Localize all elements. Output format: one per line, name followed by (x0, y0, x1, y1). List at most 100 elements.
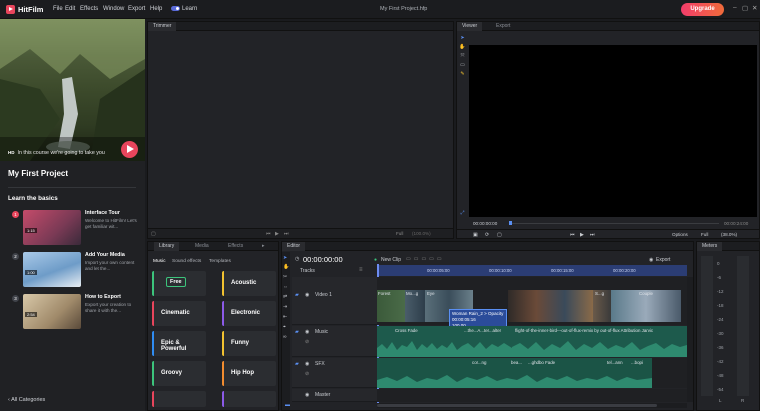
visibility-icon[interactable]: ◉ (305, 292, 309, 298)
slice-tool-icon[interactable]: ✂ (283, 274, 287, 280)
slide-tool-icon[interactable]: ⇌ (283, 294, 287, 300)
close-icon[interactable]: ✕ (752, 4, 757, 12)
select-tool-icon[interactable]: ➤ (283, 255, 287, 261)
viewer-options-select[interactable]: Options (672, 232, 688, 237)
maximize-icon[interactable]: ▢ (742, 4, 748, 12)
skip-back-icon[interactable]: ⏮ (266, 231, 271, 237)
library-tile-electronic[interactable]: Electronic (222, 301, 276, 326)
playhead-icon[interactable] (509, 221, 512, 225)
hand-tool-icon[interactable]: ✋ (283, 264, 289, 270)
rate-tool-icon[interactable]: ⇤ (283, 314, 287, 320)
library-tile-funny[interactable]: Funny (222, 331, 276, 356)
transform-tool-icon[interactable]: ⤧ (459, 53, 466, 59)
menu-file[interactable]: File (53, 6, 63, 12)
viewer-zoom[interactable]: (38.0%) (721, 232, 737, 237)
menu-edit[interactable]: Edit (65, 6, 75, 12)
hand-tool-icon[interactable]: ✋ (459, 44, 466, 50)
loop-icon[interactable]: ⟳ (485, 232, 489, 238)
timeline-tool-icons[interactable]: ▭▭▭▭▭ (406, 256, 445, 262)
category-templates[interactable]: Templates (209, 259, 231, 264)
audio-clip[interactable]: flight-of-the-inner-bird---out-of-flux-r… (512, 326, 687, 357)
roll-tool-icon[interactable]: ⇥ (283, 304, 287, 310)
tab-library[interactable]: Library (154, 242, 180, 251)
audio-clip[interactable]: Cross Fade (377, 326, 462, 357)
category-music[interactable]: Music (153, 259, 166, 264)
new-clip-icon[interactable]: ● (374, 257, 377, 263)
skip-forward-icon[interactable]: ⏭ (284, 231, 289, 237)
zoom-slider-icon[interactable]: ▬ (285, 402, 290, 408)
scrollbar-thumb[interactable] (377, 404, 657, 407)
skip-forward-icon[interactable]: ⏭ (590, 232, 595, 238)
minimize-icon[interactable]: – (733, 4, 737, 11)
new-clip-button[interactable]: New Clip (381, 257, 401, 263)
vertical-scrollbar[interactable] (687, 277, 693, 402)
trimmer-tool-icon[interactable]: ▢ (151, 231, 156, 237)
audio-clip[interactable]: ...the...A...ter...alter (462, 326, 512, 357)
menu-window[interactable]: Window (103, 6, 124, 12)
trimmer-full-select[interactable]: Full (396, 231, 403, 236)
timeline-ruler[interactable] (377, 265, 687, 276)
mute-icon[interactable]: ⊘ (305, 371, 309, 377)
play-icon[interactable] (121, 141, 138, 158)
link-tool-icon[interactable]: ∞ (283, 334, 287, 340)
track-header-sfx[interactable]: ▰ ◉ SFX ⊘ (292, 358, 377, 388)
course-video-thumbnail[interactable]: HD In this course we're going to take you (0, 19, 145, 161)
tab-effects[interactable]: Effects (223, 242, 248, 251)
library-tile[interactable] (222, 391, 276, 407)
video-clip[interactable]: Forest (377, 290, 405, 322)
select-tool-icon[interactable]: ➤ (459, 35, 466, 41)
folder-icon[interactable]: ▰ (295, 329, 299, 335)
menu-effects[interactable]: Effects (80, 6, 98, 12)
menu-export[interactable]: Export (128, 6, 145, 12)
folder-icon[interactable]: ▰ (295, 361, 299, 367)
track-header-music[interactable]: ▰ ◉ Music ⊘ (292, 326, 377, 357)
video-clip[interactable] (508, 290, 593, 322)
video-clip[interactable]: Mo...g (405, 290, 425, 322)
tracks-menu-icon[interactable]: ≡ (359, 267, 363, 273)
speaker-icon[interactable]: ◉ (305, 329, 309, 335)
crop-tool-icon[interactable]: ▭ (459, 62, 466, 68)
trimmer-zoom[interactable]: (100.0%) (412, 231, 431, 236)
track-header-master[interactable]: ◉ Master (292, 389, 377, 402)
slip-tool-icon[interactable]: ⇔ (283, 284, 288, 290)
editor-export-button[interactable]: Export (656, 257, 670, 263)
tab-trimmer[interactable]: Trimmer (148, 22, 177, 31)
skip-back-icon[interactable]: ⏮ (570, 232, 575, 238)
viewer-screen[interactable] (469, 45, 757, 217)
mute-icon[interactable]: ⊘ (305, 339, 309, 345)
editor-timecode[interactable]: 00:00:00:00 (303, 255, 343, 264)
all-categories-link[interactable]: ‹ All Categories (8, 397, 45, 403)
library-tile-groovy[interactable]: Groovy (152, 361, 206, 386)
speaker-icon[interactable]: ◉ (305, 361, 309, 367)
pen-tool-icon[interactable]: ✎ (459, 71, 466, 77)
library-tile-cinematic[interactable]: Cinematic (152, 301, 206, 326)
timeline-scrollbar[interactable] (377, 403, 687, 408)
library-tile[interactable] (152, 391, 206, 407)
snap-tool-icon[interactable]: ⌖ (283, 324, 286, 330)
video-clip[interactable]: S...g (593, 290, 611, 322)
tab-export[interactable]: Export (491, 22, 515, 31)
snapshot-icon[interactable]: ▣ (473, 232, 478, 238)
more-tabs-icon[interactable]: ▸ (257, 242, 270, 251)
export-icon[interactable]: ◉ (649, 257, 653, 263)
tab-viewer[interactable]: Viewer (457, 22, 483, 31)
library-tile-acoustic[interactable]: Acoustic (222, 271, 276, 296)
tab-media[interactable]: Media (190, 242, 214, 251)
library-tile-epic-powerful[interactable]: Epic & Powerful (152, 331, 206, 356)
fit-icon[interactable]: ▢ (497, 232, 502, 238)
speaker-icon[interactable]: ◉ (305, 392, 309, 398)
video-clip[interactable]: Couple (611, 290, 681, 322)
learn-toggle[interactable] (171, 6, 180, 11)
track-header-video[interactable]: ▰ ◉ Video 1 (292, 277, 377, 325)
library-tile-free[interactable]: Free (152, 271, 206, 296)
master-track-lane[interactable] (377, 389, 687, 402)
folder-icon[interactable]: ▰ (295, 292, 299, 298)
expand-tool-icon[interactable]: ⤢ (459, 210, 466, 216)
category-sound-effects[interactable]: Sound effects (172, 259, 201, 264)
upgrade-button[interactable]: Upgrade (681, 3, 724, 16)
viewer-full-select[interactable]: Full (701, 232, 708, 237)
play-icon[interactable]: ▶ (275, 231, 279, 237)
menu-help[interactable]: Help (150, 6, 162, 12)
tab-editor[interactable]: Editor (282, 242, 306, 251)
tab-meters[interactable]: Meters (697, 242, 723, 251)
